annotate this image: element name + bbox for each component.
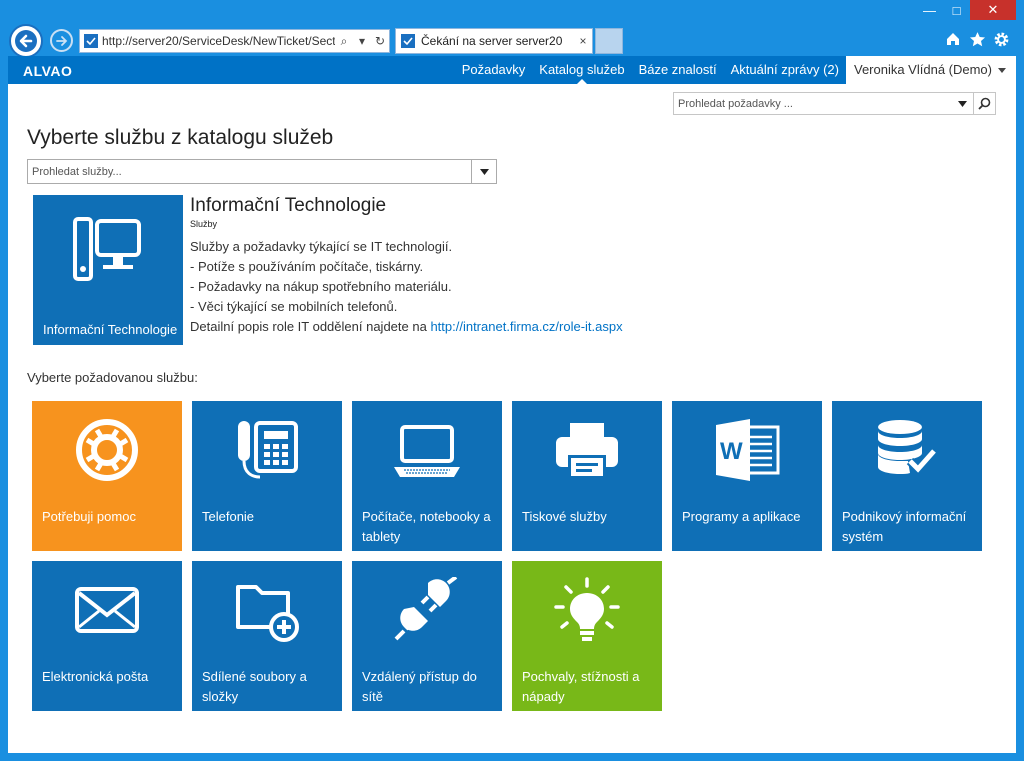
service-tile-label: Pochvaly, stížnosti a nápady [522, 669, 640, 704]
svg-text:W: W [720, 438, 743, 465]
arrow-right-icon [55, 35, 67, 46]
chevron-down-icon [998, 67, 1006, 73]
request-search-placeholder: Prohledat požadavky ... [678, 97, 793, 110]
lightbulb-icon [554, 577, 620, 641]
service-tile-label: Elektronická pošta [42, 669, 149, 684]
service-tile-applications[interactable]: W Programy a aplikace [672, 401, 822, 551]
service-search-field[interactable]: Prohledat služby... [27, 159, 497, 184]
search-icon[interactable]: ⌕ [335, 34, 353, 49]
service-tile-label: Počítače, notebooky a tablety [362, 509, 491, 544]
tab-close-icon[interactable]: × [574, 34, 592, 48]
alvao-logo[interactable]: ALVAO [23, 63, 72, 79]
service-tile-label: Programy a aplikace [682, 509, 801, 524]
service-tile-computers[interactable]: Počítače, notebooky a tablety [352, 401, 502, 551]
main-menu: Požadavky Katalog služeb Báze znalostí A… [455, 56, 1016, 84]
category-heading: Informační Technologie [190, 195, 387, 216]
service-tile-help[interactable]: Potřebuji pomoc [32, 401, 182, 551]
browser-window: — □ ✕ http://server20/ServiceDesk/NewTic… [0, 0, 1024, 761]
service-tile-remote-access[interactable]: Vzdálený přístup do sítě [352, 561, 502, 711]
favicon-icon [84, 34, 98, 48]
browser-tab[interactable]: Čekání na server server20 × [395, 28, 593, 54]
menu-requests[interactable]: Požadavky [455, 56, 533, 84]
category-line: - Požadavky na nákup spotřebního materiá… [190, 279, 452, 294]
home-icon[interactable] [944, 30, 962, 48]
tab-favicon-icon [401, 34, 415, 48]
service-tile-label: Podnikový informační systém [842, 509, 967, 544]
service-tile-email[interactable]: Elektronická pošta [32, 561, 182, 711]
address-bar[interactable]: http://server20/ServiceDesk/NewTicket/Se… [79, 29, 390, 53]
category-line: Služby a požadavky týkající se IT techno… [190, 239, 453, 254]
refresh-icon[interactable]: ↻ [371, 34, 389, 48]
app-header: ALVAO Požadavky Katalog služeb Báze znal… [8, 56, 1016, 84]
lifebuoy-icon [76, 419, 138, 481]
maximize-button[interactable]: □ [943, 0, 970, 20]
category-description: Informační Technologie Služby Služby a p… [190, 195, 690, 337]
menu-service-catalog[interactable]: Katalog služeb [532, 56, 631, 84]
computer-icon [73, 217, 141, 281]
forward-button[interactable] [50, 29, 73, 52]
page-title: Vyberte službu z katalogu služeb [27, 126, 334, 149]
printer-icon [556, 423, 618, 479]
category-line: - Potíže s používáním počítače, tiskárny… [190, 259, 424, 274]
plug-icon [394, 577, 458, 641]
tab-title: Čekání na server server20 [421, 34, 563, 48]
service-tile-label: Sdílené soubory a složky [202, 669, 307, 704]
service-search-placeholder: Prohledat služby... [28, 160, 472, 183]
user-name: Veronika Vlídná (Demo) [853, 62, 992, 77]
user-menu[interactable]: Veronika Vlídná (Demo) [845, 56, 1016, 84]
menu-knowledge-base[interactable]: Báze znalostí [632, 56, 724, 84]
service-tile-shared-files[interactable]: Sdílené soubory a složky [192, 561, 342, 711]
menu-news[interactable]: Aktuální zprávy (2) [724, 56, 846, 84]
arrow-left-icon [15, 30, 37, 52]
database-check-icon [878, 420, 938, 476]
minimize-button[interactable]: — [916, 0, 943, 20]
request-search-dropdown-icon[interactable] [951, 99, 973, 109]
service-tile-printing[interactable]: Tiskové služby [512, 401, 662, 551]
service-tile-erp[interactable]: Podnikový informační systém [832, 401, 982, 551]
dropdown-icon[interactable]: ▾ [353, 34, 371, 48]
service-tile-phone[interactable]: Telefonie [192, 401, 342, 551]
service-tile-label: Tiskové služby [522, 509, 607, 524]
intranet-link[interactable]: http://intranet.firma.cz/role-it.aspx [430, 319, 622, 334]
word-icon: W [716, 419, 780, 481]
service-tile-label: Telefonie [202, 509, 255, 524]
category-line: - Věci týkající se mobilních telefonů. [190, 299, 398, 314]
back-button[interactable] [9, 24, 43, 58]
favorites-star-icon[interactable] [968, 30, 986, 48]
services-label: Vyberte požadovanou službu: [27, 370, 198, 385]
service-tile-label: Potřebuji pomoc [42, 509, 136, 524]
gear-icon[interactable] [992, 30, 1010, 48]
request-search-button[interactable] [973, 93, 995, 114]
laptop-icon [394, 425, 460, 477]
phone-icon [238, 421, 298, 479]
request-search-field[interactable]: Prohledat požadavky ... [673, 92, 996, 115]
close-button[interactable]: ✕ [970, 0, 1016, 20]
service-tile-feedback[interactable]: Pochvaly, stížnosti a nápady [512, 561, 662, 711]
new-tab-button[interactable] [595, 28, 623, 54]
browser-navbar: http://server20/ServiceDesk/NewTicket/Se… [0, 24, 1024, 58]
service-search-dropdown-icon[interactable] [472, 160, 496, 183]
address-url: http://server20/ServiceDesk/NewTicket/Se… [102, 34, 335, 48]
service-tile-label: Vzdálený přístup do sítě [362, 669, 477, 704]
folder-add-icon [236, 585, 299, 642]
category-subheading: Služby [190, 219, 218, 229]
envelope-icon [75, 587, 139, 633]
title-bar: — □ ✕ [0, 0, 1024, 24]
category-detail-line: Detailní popis role IT oddělení najdete … [190, 317, 690, 337]
detail-prefix: Detailní popis role IT oddělení najdete … [190, 319, 431, 334]
category-tile-label: Informační Technologie [43, 322, 178, 337]
page-content: ALVAO Požadavky Katalog služeb Báze znal… [8, 56, 1016, 753]
magnifier-icon [978, 97, 991, 110]
category-tile-it[interactable]: Informační Technologie [33, 195, 183, 345]
